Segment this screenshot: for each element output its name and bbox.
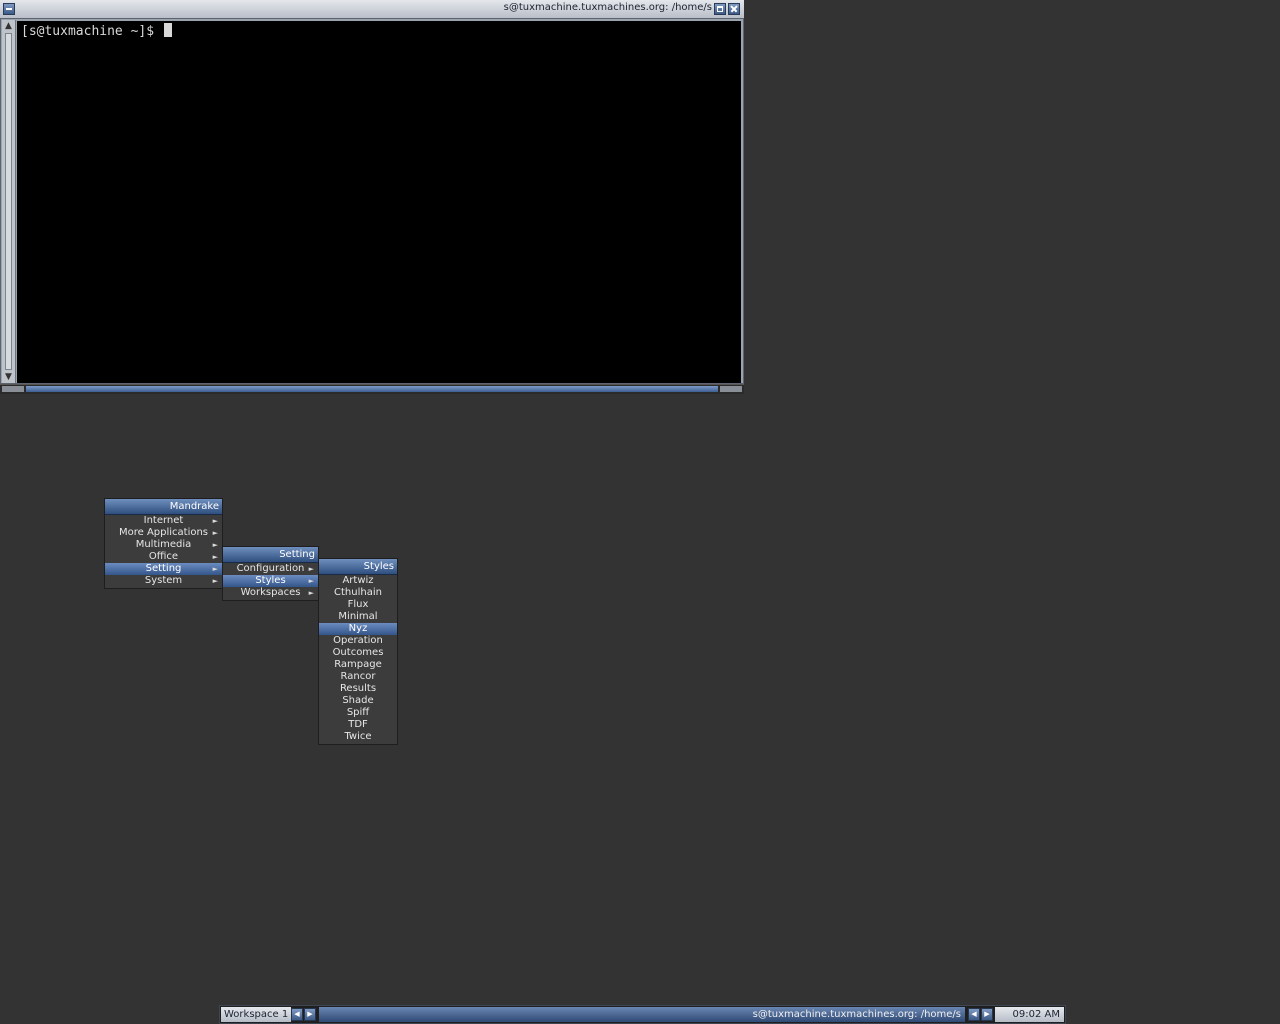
menu-item-label: Configuration xyxy=(236,563,305,574)
style-item-cthulhain[interactable]: Cthulhain xyxy=(319,587,397,599)
menu-item-label: System xyxy=(144,575,183,586)
style-item-twice[interactable]: Twice xyxy=(319,731,397,743)
menu-item-label: Office xyxy=(148,551,179,562)
current-window-label[interactable]: s@tuxmachine.tuxmachines.org: /home/s xyxy=(319,1007,965,1022)
menu-item-configuration[interactable]: Configuration ► xyxy=(223,563,318,575)
submenu-arrow-icon: ► xyxy=(212,541,218,549)
terminal-titlebar[interactable]: s@tuxmachine.tuxmachines.org: /home/s xyxy=(0,0,744,19)
root-menu: Mandrake Internet ► More Applications ► Mu… xyxy=(104,498,223,589)
style-item-artwiz[interactable]: Artwiz xyxy=(319,575,397,587)
terminal-title: s@tuxmachine.tuxmachines.org: /home/s xyxy=(503,2,712,13)
menu-item-label: More Applications xyxy=(118,527,209,538)
maximize-icon[interactable] xyxy=(714,3,726,15)
root-menu-title: Mandrake xyxy=(105,499,222,515)
resize-grip-right[interactable] xyxy=(720,386,742,392)
style-item-minimal[interactable]: Minimal xyxy=(319,611,397,623)
terminal-scrollbar[interactable]: ▲ ▼ xyxy=(2,20,16,383)
menu-item-label: Multimedia xyxy=(135,539,192,550)
submenu-arrow-icon: ► xyxy=(308,577,314,585)
submenu-arrow-icon: ► xyxy=(308,589,314,597)
menu-item-workspaces[interactable]: Workspaces ► xyxy=(223,587,318,599)
terminal-prompt-line: [s@tuxmachine ~]$ xyxy=(21,23,172,39)
next-workspace-icon[interactable]: ▶ xyxy=(304,1008,316,1021)
style-item-operation[interactable]: Operation xyxy=(319,635,397,647)
toolbar: Workspace 1 ◀ ▶ s@tuxmachine.tuxmachines… xyxy=(219,1005,1066,1024)
window-handle-bar[interactable] xyxy=(0,384,744,394)
scrollbar-thumb[interactable] xyxy=(5,33,12,370)
style-item-results[interactable]: Results xyxy=(319,683,397,695)
clock: 09:02 AM xyxy=(995,1007,1064,1022)
style-item-shade[interactable]: Shade xyxy=(319,695,397,707)
close-icon[interactable] xyxy=(728,3,740,15)
submenu-arrow-icon: ► xyxy=(212,565,218,573)
submenu-arrow-icon: ► xyxy=(212,553,218,561)
setting-submenu-title: Setting xyxy=(223,547,318,563)
menu-item-label: Setting xyxy=(145,563,182,574)
submenu-arrow-icon: ► xyxy=(308,565,314,573)
style-item-spiff[interactable]: Spiff xyxy=(319,707,397,719)
menu-item-internet[interactable]: Internet ► xyxy=(105,515,222,527)
terminal-screen[interactable]: [s@tuxmachine ~]$ xyxy=(17,21,741,383)
menu-item-more-applications[interactable]: More Applications ► xyxy=(105,527,222,539)
resize-grip-left[interactable] xyxy=(2,386,24,392)
style-item-tdf[interactable]: TDF xyxy=(319,719,397,731)
terminal-prompt: [s@tuxmachine ~]$ xyxy=(21,24,162,39)
next-window-icon[interactable]: ▶ xyxy=(981,1008,993,1021)
style-item-flux[interactable]: Flux xyxy=(319,599,397,611)
menu-item-system[interactable]: System ► xyxy=(105,575,222,587)
menu-item-styles[interactable]: Styles ► xyxy=(223,575,318,587)
menu-item-office[interactable]: Office ► xyxy=(105,551,222,563)
submenu-arrow-icon: ► xyxy=(212,529,218,537)
menu-item-multimedia[interactable]: Multimedia ► xyxy=(105,539,222,551)
menu-item-setting[interactable]: Setting ► xyxy=(105,563,222,575)
terminal-cursor xyxy=(163,23,172,37)
style-item-outcomes[interactable]: Outcomes xyxy=(319,647,397,659)
styles-submenu: Styles Artwiz Cthulhain Flux Minimal Nyz… xyxy=(318,558,398,745)
style-item-rancor[interactable]: Rancor xyxy=(319,671,397,683)
workspace-label[interactable]: Workspace 1 xyxy=(221,1007,291,1022)
submenu-arrow-icon: ► xyxy=(212,517,218,525)
scroll-up-icon[interactable]: ▲ xyxy=(4,21,13,31)
prev-window-icon[interactable]: ◀ xyxy=(968,1008,980,1021)
menu-item-label: Styles xyxy=(255,575,286,586)
setting-submenu: Setting Configuration ► Styles ► Workspace… xyxy=(222,546,319,601)
menu-item-label: Internet xyxy=(143,515,184,526)
prev-workspace-icon[interactable]: ◀ xyxy=(291,1008,303,1021)
submenu-arrow-icon: ► xyxy=(212,577,218,585)
menu-item-label: Workspaces xyxy=(240,587,301,598)
style-item-nyz[interactable]: Nyz xyxy=(319,623,397,635)
styles-submenu-title: Styles xyxy=(319,559,397,575)
minimize-icon[interactable] xyxy=(3,3,15,15)
terminal-window[interactable]: s@tuxmachine.tuxmachines.org: /home/s ▲ … xyxy=(0,0,744,394)
style-item-rampage[interactable]: Rampage xyxy=(319,659,397,671)
scroll-down-icon[interactable]: ▼ xyxy=(4,372,13,382)
window-handle[interactable] xyxy=(26,386,718,392)
terminal-frame: ▲ ▼ [s@tuxmachine ~]$ xyxy=(0,18,744,384)
